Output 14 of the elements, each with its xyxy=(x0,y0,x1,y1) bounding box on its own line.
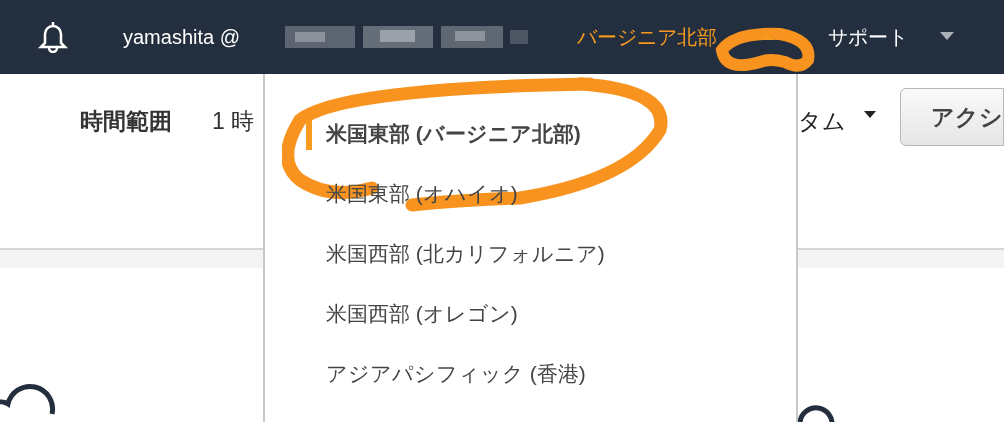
support-menu[interactable]: サポート xyxy=(828,22,908,52)
region-menu-item[interactable]: アジアパシフィック (香港) xyxy=(326,358,586,390)
account-name[interactable]: yamashita @ xyxy=(123,22,240,52)
custom-range-dropdown[interactable]: タム xyxy=(798,104,846,139)
time-range-label: 時間範囲 xyxy=(80,107,172,136)
notification-bell-icon[interactable] xyxy=(37,19,69,53)
caret-icon[interactable] xyxy=(864,111,876,118)
region-selector[interactable]: バージニア北部 xyxy=(577,22,717,52)
caret-icon[interactable] xyxy=(940,32,954,40)
region-menu-item[interactable]: 米国西部 (オレゴン) xyxy=(326,298,518,330)
actions-button[interactable]: アクシ xyxy=(900,88,1004,146)
region-menu-item[interactable]: 米国東部 (バージニア北部) xyxy=(326,118,581,150)
time-range-value[interactable]: 1 時 xyxy=(212,104,255,139)
region-menu-item[interactable]: 米国西部 (北カリフォルニア) xyxy=(326,238,605,270)
